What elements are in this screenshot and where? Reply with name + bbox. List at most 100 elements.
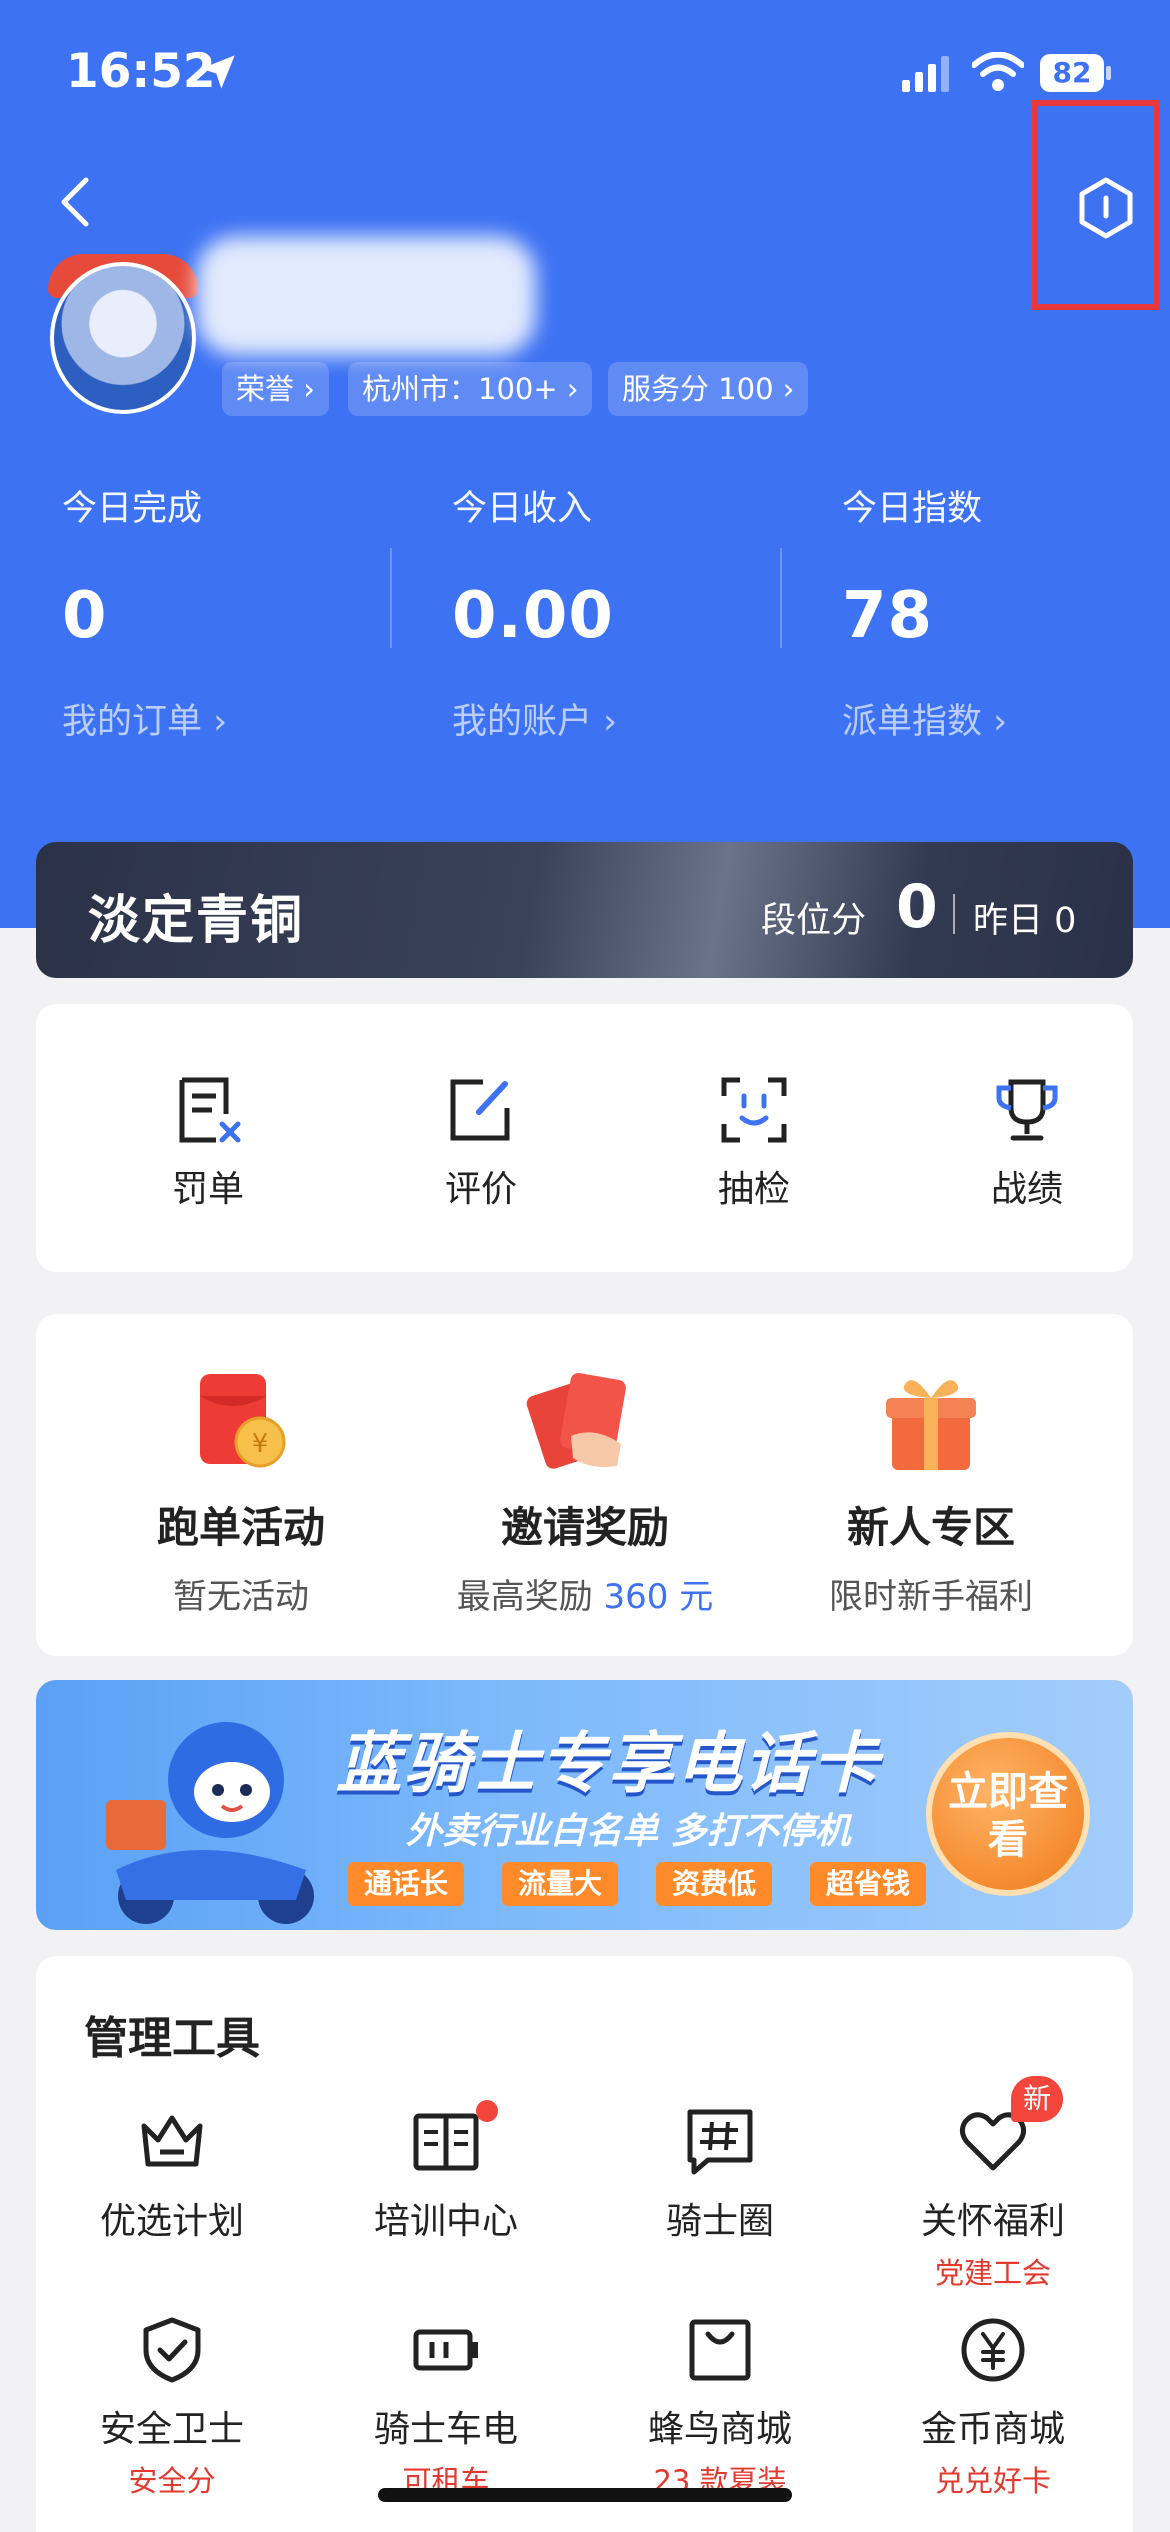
stat-value: 0.00 <box>452 579 614 653</box>
phone-card-banner[interactable]: 蓝骑士专享电话卡 外卖行业白名单 多打不停机 通话长 流量大 资费低 超省钱 立… <box>36 1680 1133 1930</box>
yesterday-score: 昨日 0 <box>973 901 1077 941</box>
promo-title: 邀请奖励 <box>500 1503 669 1552</box>
settings-hexagon-icon[interactable] <box>1076 176 1136 240</box>
settings-highlight-box <box>1032 100 1160 310</box>
tool-label: 罚单 <box>171 1169 244 1210</box>
promo-invite-reward[interactable]: 邀请奖励 最高奖励 360 元 <box>420 1366 750 1618</box>
segment-score-value: 0 <box>896 872 938 942</box>
wifi-icon <box>972 52 1024 91</box>
banner-subline: 外卖行业白名单 多打不停机 <box>406 1811 851 1852</box>
segment-score-label: 段位分 <box>761 901 867 941</box>
edit-icon <box>450 1079 510 1141</box>
tool-label: 评价 <box>444 1169 517 1210</box>
gift-icon <box>886 1380 976 1470</box>
crown-icon <box>141 2115 203 2167</box>
banner-cta-button[interactable]: 立即查看 <box>926 1732 1090 1896</box>
stat-link[interactable]: 派单指数 › <box>842 693 1170 744</box>
divider <box>780 548 782 648</box>
tool-penalty[interactable]: 罚单 <box>108 1074 308 1212</box>
chip-city-rank[interactable]: 杭州市：100+ › <box>348 362 593 416</box>
stat-label: 今日收入 <box>452 489 593 529</box>
red-envelope-icon: ¥ <box>200 1374 286 1468</box>
shield-icon <box>143 2317 201 2383</box>
avatar[interactable] <box>50 262 196 414</box>
promo-reward-amount: 360 元 <box>603 1577 714 1617</box>
location-arrow-icon <box>201 55 235 89</box>
banner-tag: 流量大 <box>502 1862 619 1906</box>
stat-link[interactable]: 我的账户 › <box>452 693 832 744</box>
tool-label: 金币商城 <box>920 2409 1065 2450</box>
chip-service-score[interactable]: 服务分 100 › <box>608 362 809 416</box>
promo-subtitle: 限时新手福利 <box>829 1577 1033 1617</box>
rank-card[interactable]: 淡定青铜 段位分 0 昨日 0 <box>36 842 1133 978</box>
tool-sublabel: 安全分 <box>128 2464 216 2498</box>
svg-text:¥: ¥ <box>252 1429 269 1459</box>
stat-today-completed[interactable]: 今日完成 0 我的订单 › <box>62 480 442 744</box>
red-envelopes-icon <box>526 1372 626 1469</box>
section-title: 管理工具 <box>84 2013 260 2064</box>
trophy-icon <box>996 1079 1058 1141</box>
tool-rider-battery[interactable]: 骑士车电 可租车 <box>346 2314 546 2500</box>
tool-review[interactable]: 评价 <box>381 1074 581 1212</box>
tool-label: 优选计划 <box>99 2201 244 2242</box>
promo-subtitle: 最高奖励 360 元 <box>420 1569 750 1618</box>
stat-today-income[interactable]: 今日收入 0.00 我的账户 › <box>452 480 832 744</box>
status-time: 16:52 <box>66 44 216 99</box>
tool-hummingbird-mall[interactable]: 蜂鸟商城 23 款夏装 <box>620 2314 820 2500</box>
stat-value: 0 <box>62 579 108 653</box>
tool-preferred-plan[interactable]: 优选计划 <box>72 2106 272 2244</box>
redacted-name <box>196 236 536 356</box>
promo-running-activity[interactable]: ¥ 跑单活动 暂无活动 <box>76 1366 406 1618</box>
banner-tag: 超省钱 <box>810 1862 927 1906</box>
banner-headline: 蓝骑士专享电话卡 <box>336 1725 880 1802</box>
tool-training-center[interactable]: 培训中心 <box>346 2100 546 2244</box>
tool-record[interactable]: 战绩 <box>927 1074 1127 1212</box>
chip-honor[interactable]: 荣誉 › <box>222 362 329 416</box>
quick-tools-card: 罚单 评价 抽检 战绩 <box>36 1004 1133 1272</box>
banner-tag: 通话长 <box>348 1862 465 1906</box>
back-chevron-icon[interactable] <box>50 170 100 234</box>
promo-newcomer-zone[interactable]: 新人专区 限时新手福利 <box>766 1366 1096 1618</box>
promo-subtitle-prefix: 最高奖励 <box>456 1577 604 1617</box>
divider <box>390 548 392 648</box>
tool-sublabel: 兑兑好卡 <box>934 2464 1051 2498</box>
notification-dot <box>476 2100 498 2122</box>
battery-level: 82 <box>1040 54 1104 92</box>
promo-title: 新人专区 <box>846 1503 1015 1552</box>
battery-indicator: 82 <box>1040 54 1111 92</box>
management-tools-card: 管理工具 优选计划 培训中心 骑士圈 关怀福利 党建工会 新 安全卫士 安全分 … <box>36 1956 1133 2532</box>
tool-coin-mall[interactable]: 金币商城 兑兑好卡 <box>893 2314 1093 2500</box>
home-indicator[interactable] <box>378 2488 792 2502</box>
rider-mascot-icon <box>106 1722 314 1924</box>
battery-icon <box>413 2329 478 2371</box>
status-bar: 16:52 82 <box>0 0 1170 150</box>
tool-label: 骑士圈 <box>665 2201 774 2242</box>
promo-title: 跑单活动 <box>156 1503 325 1552</box>
tool-label: 战绩 <box>990 1169 1063 1210</box>
tool-label: 抽检 <box>717 1169 790 1210</box>
tool-label: 骑士车电 <box>373 2409 518 2450</box>
rank-title: 淡定青铜 <box>88 891 305 951</box>
stat-link[interactable]: 我的订单 › <box>62 693 442 744</box>
tool-rider-circle[interactable]: 骑士圈 <box>620 2106 820 2244</box>
promo-card: ¥ 跑单活动 暂无活动 邀请奖励 最高奖励 360 元 新人专区 限时新手福利 <box>36 1314 1133 1656</box>
hash-chat-icon <box>687 2109 753 2175</box>
tool-sublabel: 党建工会 <box>934 2256 1051 2290</box>
banner-tag: 资费低 <box>656 1862 773 1906</box>
tool-label: 蜂鸟商城 <box>647 2409 792 2450</box>
face-scan-icon <box>721 1077 787 1143</box>
stat-label: 今日指数 <box>842 489 983 529</box>
stat-value: 78 <box>842 579 934 653</box>
tool-label: 安全卫士 <box>99 2409 244 2450</box>
signal-icon <box>902 56 949 92</box>
stat-today-index[interactable]: 今日指数 78 派单指数 › <box>842 480 1170 744</box>
promo-subtitle: 暂无活动 <box>173 1577 309 1617</box>
tool-care-benefits[interactable]: 关怀福利 党建工会 新 <box>893 2076 1093 2292</box>
shopping-bag-icon <box>689 2319 751 2381</box>
tool-inspection[interactable]: 抽检 <box>654 1074 854 1212</box>
book-icon <box>413 2113 479 2171</box>
tool-label: 培训中心 <box>373 2201 518 2242</box>
stat-label: 今日完成 <box>62 489 203 529</box>
coin-icon <box>961 2318 1025 2382</box>
tool-safety-guard[interactable]: 安全卫士 安全分 <box>72 2314 272 2500</box>
